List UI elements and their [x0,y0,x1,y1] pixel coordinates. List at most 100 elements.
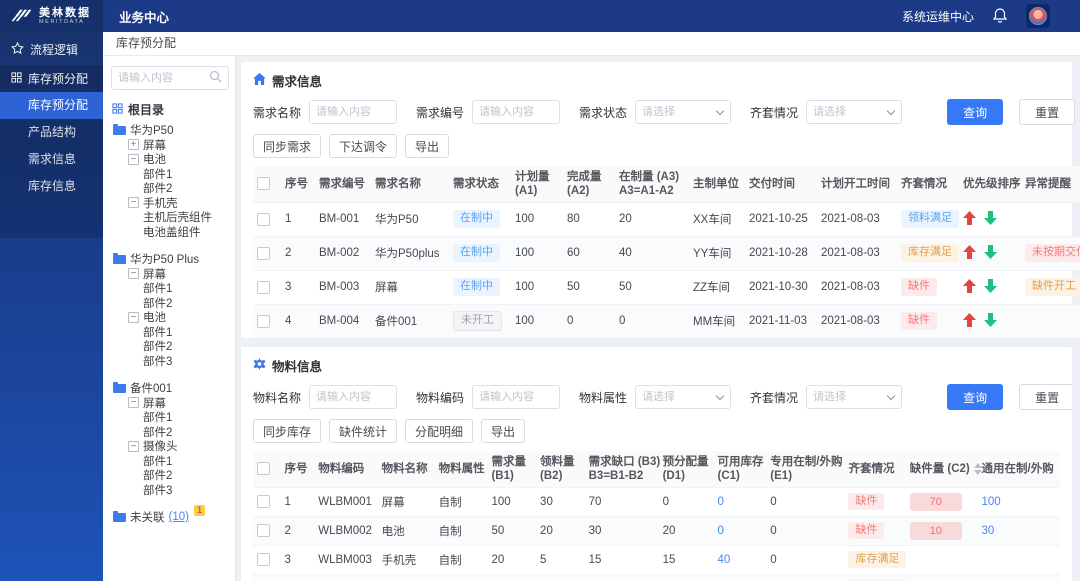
cell-material-attr: 自制 [434,486,488,516]
priority-down-button[interactable] [984,210,997,228]
tree-node[interactable]: − 屏幕 [111,396,229,411]
priority-down-button[interactable] [984,244,997,262]
search-icon[interactable] [209,70,222,86]
material-action-button-0[interactable]: 同步库存 [253,419,322,443]
tree-node[interactable]: 部件2 [111,181,229,196]
kit-status-badge: 库存满足 [901,244,959,262]
tree-node[interactable]: 未关联 (10) 1 [111,504,229,525]
tree-root-row[interactable]: 根目录 [112,101,229,118]
logo[interactable]: 美林数据 MERITDATA [0,0,103,32]
select-all-checkbox[interactable] [257,177,270,191]
row-checkbox[interactable] [257,314,270,328]
collapse-icon[interactable]: − [128,440,139,452]
material-kit-select[interactable] [806,385,903,409]
material-action-button-2[interactable]: 分配明细 [405,419,474,443]
tree-node[interactable]: − 摄像头 [111,439,229,454]
demand-query-button[interactable]: 查询 [947,99,1004,125]
material-name-input[interactable] [316,391,391,403]
row-checkbox[interactable] [257,495,270,508]
priority-down-button[interactable] [984,278,997,296]
tree-node[interactable]: 电池盖组件 [111,225,229,240]
demand-name-label: 需求名称 [253,105,302,120]
sidebar-item-label: 库存预分配 [28,72,89,86]
available-stock-link[interactable]: 0 [717,525,723,537]
collapse-icon[interactable]: − [128,268,139,280]
expand-icon[interactable]: + [128,139,139,151]
sidebar-sub-demand-info[interactable]: 需求信息 [0,146,103,173]
tree-node[interactable]: 部件2 [111,339,229,354]
select-all-checkbox[interactable] [257,462,270,476]
general-stock-link[interactable]: 100 [982,496,1001,508]
material-attr-select[interactable] [635,385,732,409]
tree-node[interactable]: 部件1 [111,325,229,340]
tree-node[interactable]: 部件1 [111,281,229,296]
tree-node[interactable]: − 电池 [111,310,229,325]
sort-icon[interactable] [973,462,982,475]
tree-node[interactable]: 部件1 [111,167,229,182]
tree-node[interactable]: − 手机壳 [111,196,229,211]
material-action-button-3[interactable]: 导出 [481,419,526,443]
material-action-button-1[interactable]: 缺件统计 [329,419,398,443]
demand-kit-select[interactable] [806,100,903,124]
material-code-input[interactable] [479,391,554,403]
tree-node[interactable]: 部件2 [111,296,229,311]
tree-node-label: 部件3 [143,484,173,497]
sidebar-item-inventory-prealloc[interactable]: 库存预分配 [0,65,103,92]
tree-node[interactable]: 华为P50 Plus [111,252,229,267]
tree-node[interactable]: 部件1 [111,410,229,425]
row-checkbox[interactable] [257,246,270,260]
sidebar-item-process-logic[interactable]: 流程逻辑 [0,36,103,63]
tree-node[interactable]: − 电池 [111,152,229,167]
general-stock-link[interactable]: 30 [982,525,995,537]
demand-action-button-2[interactable]: 导出 [405,134,450,158]
row-checkbox[interactable] [257,212,270,226]
sidebar-sub-stock-info[interactable]: 库存信息 [0,173,103,200]
user-avatar[interactable] [1026,4,1050,28]
priority-up-button[interactable] [963,244,976,262]
collapse-icon[interactable]: − [128,397,139,409]
collapse-icon[interactable]: − [128,153,139,165]
available-stock-link[interactable]: 40 [717,554,730,566]
tree-node[interactable]: 部件3 [111,354,229,369]
row-checkbox[interactable] [257,280,270,294]
sidebar-sub-product-structure[interactable]: 产品结构 [0,119,103,146]
tree-node[interactable]: − 屏幕 [111,267,229,282]
row-checkbox[interactable] [257,524,270,537]
demand-name-input[interactable] [316,106,391,118]
tree-node[interactable]: 备件001 [111,381,229,396]
bell-icon[interactable] [992,7,1008,26]
sidebar-sub-inventory-prealloc[interactable]: 库存预分配 [0,92,103,119]
tree-node[interactable]: 主机后壳组件 [111,210,229,225]
demand-action-button-1[interactable]: 下达调令 [329,134,398,158]
priority-down-button[interactable] [984,312,997,330]
tree-root-label: 根目录 [128,103,165,117]
priority-up-button[interactable] [963,210,976,228]
avatar-image [1029,7,1047,25]
collapse-icon[interactable]: − [128,197,139,209]
demand-status-select[interactable] [635,100,732,124]
demand-reset-button[interactable]: 重置 [1019,99,1076,125]
available-stock-link[interactable]: 0 [717,496,723,508]
material-query-button[interactable]: 查询 [947,384,1004,410]
tree-node[interactable]: + 屏幕 [111,138,229,153]
priority-up-button[interactable] [963,278,976,296]
demand-action-button-0[interactable]: 同步需求 [253,134,322,158]
unlinked-count-link[interactable]: (10) [169,511,189,523]
breadcrumb-tab[interactable]: 库存预分配 [116,36,176,50]
demand-code-input[interactable] [479,106,554,118]
tree-node[interactable]: 部件2 [111,425,229,440]
row-checkbox[interactable] [257,553,270,566]
tree-search-input[interactable] [118,72,209,84]
collapse-icon[interactable]: − [128,311,139,323]
tree-node[interactable]: 华为P50 [111,123,229,138]
demand-kit-label: 齐套情况 [750,105,799,120]
tree-node[interactable]: 部件3 [111,483,229,498]
column-header: 可用库存 (C1) [713,451,767,487]
material-reset-button[interactable]: 重置 [1019,384,1072,410]
tree-node[interactable]: 部件1 [111,454,229,469]
cell-demand-qty: 30 [487,573,537,581]
priority-up-button[interactable] [963,312,976,330]
nav-business-center[interactable]: 业务中心 [119,7,169,26]
tree-node[interactable]: 部件2 [111,468,229,483]
ops-center-link[interactable]: 系统运维中心 [902,8,974,25]
